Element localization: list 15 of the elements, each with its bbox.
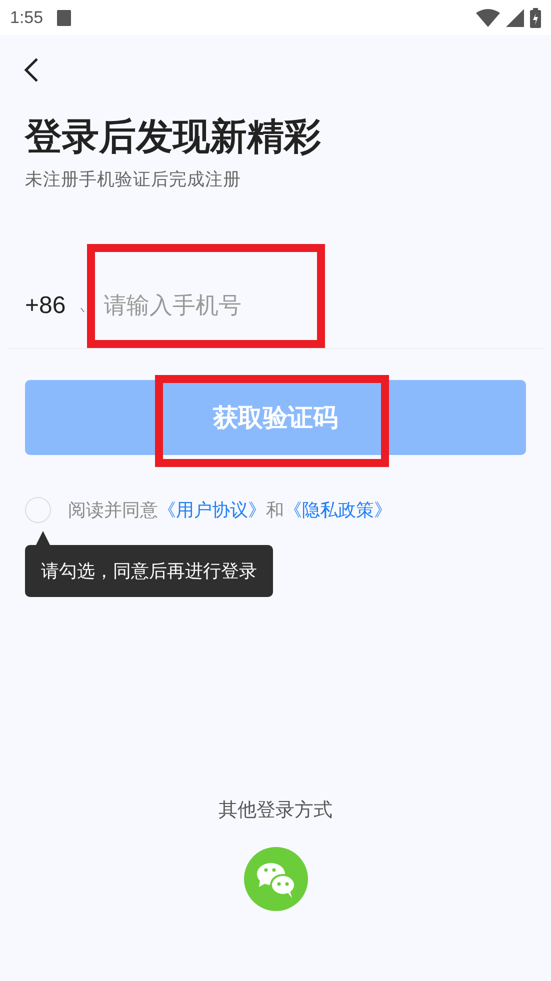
agreement-link[interactable]: 《用户协议》 (158, 500, 266, 522)
tooltip-arrow-icon (36, 531, 50, 546)
phone-input[interactable]: 请输入手机号 (104, 288, 294, 323)
wifi-icon (476, 8, 500, 26)
agreement-link[interactable]: 《隐私政策》 (284, 500, 392, 522)
agree-checkbox[interactable] (25, 497, 51, 524)
page-title: 登录后发现新精彩 (25, 115, 322, 160)
agreement-text: 阅读并同意《用户协议》和《隐私政策》 (68, 499, 392, 522)
clock: 1:55 (10, 8, 44, 28)
battery-icon (530, 8, 541, 28)
country-code[interactable]: +86 (25, 292, 66, 320)
signal-icon (506, 8, 524, 26)
other-login-label: 其他登录方式 (218, 798, 332, 824)
page-subtitle: 未注册手机验证后完成注册 (25, 169, 242, 192)
tooltip: 请勾选，同意后再进行登录 (25, 545, 273, 598)
